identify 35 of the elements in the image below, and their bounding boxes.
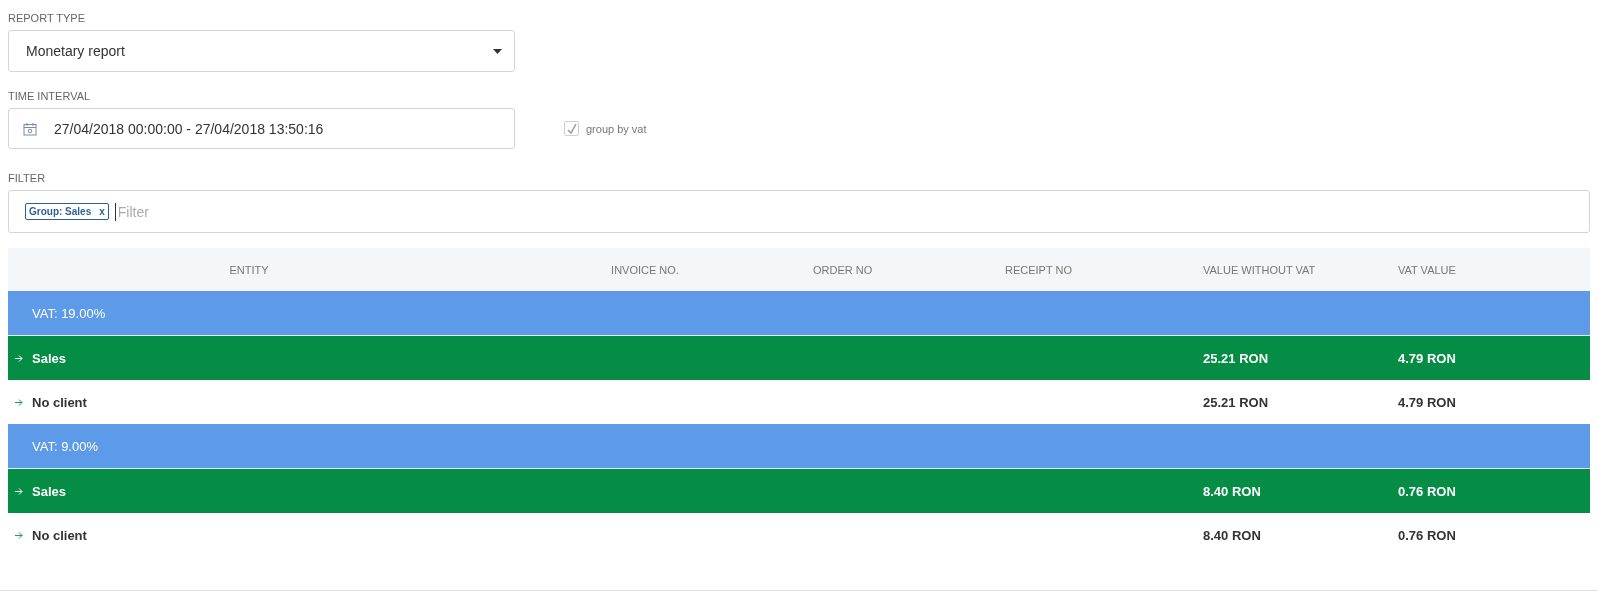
column-header: ORDER NO — [812, 263, 874, 276]
arrow-icon — [15, 531, 23, 539]
amount-cell: 25.21 RON — [1203, 394, 1269, 410]
group-by-vat-label: group by vat — [586, 122, 647, 135]
column-header: RECEIPT NO — [1004, 263, 1074, 276]
calendar-icon — [23, 121, 37, 136]
amount-cell: 4.79 RON — [1398, 394, 1456, 410]
entity-cell: Sales — [32, 483, 66, 499]
vat-group-title: VAT: 19.00% — [31, 305, 106, 321]
column-header: VALUE WITHOUT VAT — [1202, 263, 1317, 276]
time-interval-label: TIME INTERVAL — [8, 90, 92, 102]
amount-cell: 8.40 RON — [1203, 483, 1261, 499]
entity-cell: No client — [32, 527, 87, 543]
filter-field[interactable]: Group: Sales x Filter — [8, 190, 1590, 233]
report-type-label: REPORT TYPE — [8, 12, 87, 24]
report-type-dropdown[interactable]: Monetary report — [8, 30, 515, 72]
column-header: ENTITY — [228, 263, 270, 276]
amount-cell: 0.76 RON — [1398, 527, 1456, 543]
column-header: VAT VALUE — [1397, 263, 1457, 276]
remove-tag-button[interactable]: x — [99, 206, 105, 217]
arrow-icon — [15, 398, 23, 406]
arrow-icon — [15, 487, 23, 495]
amount-cell: 8.40 RON — [1203, 527, 1261, 543]
amount-cell: 0.76 RON — [1398, 483, 1456, 499]
date-range-field[interactable]: 27/04/2018 00:00:00 - 27/04/2018 13:50:16 — [8, 108, 515, 149]
caret-icon — [493, 48, 502, 54]
column-header: INVOICE NO. — [610, 263, 680, 276]
filter-label: FILTER — [8, 172, 47, 184]
vat-group-title: VAT: 9.00% — [31, 438, 98, 454]
amount-cell: 25.21 RON — [1203, 350, 1269, 366]
amount-cell: 4.79 RON — [1398, 350, 1456, 366]
entity-cell: No client — [32, 394, 87, 410]
arrow-icon — [15, 354, 23, 362]
entity-cell: Sales — [32, 350, 66, 366]
filter-tag: Group: Sales x — [25, 203, 109, 220]
